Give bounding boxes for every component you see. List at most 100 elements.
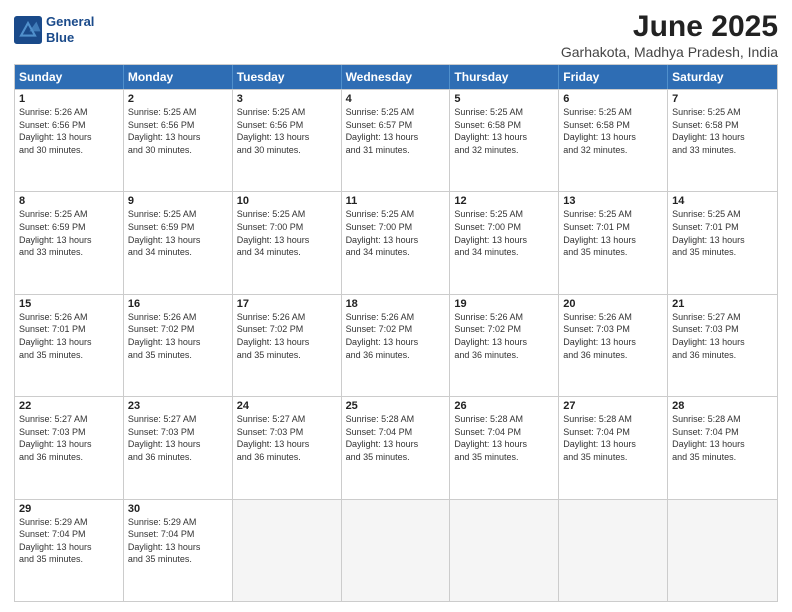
day-info: Sunrise: 5:25 AM Sunset: 6:58 PM Dayligh… [672,106,773,156]
calendar-week-4: 22Sunrise: 5:27 AM Sunset: 7:03 PM Dayli… [15,396,777,498]
calendar-cell: 19Sunrise: 5:26 AM Sunset: 7:02 PM Dayli… [450,295,559,396]
day-info: Sunrise: 5:27 AM Sunset: 7:03 PM Dayligh… [237,413,337,463]
subtitle: Garhakota, Madhya Pradesh, India [561,44,778,60]
day-number: 16 [128,298,228,310]
header-tuesday: Tuesday [233,65,342,89]
calendar-cell [450,500,559,601]
calendar-cell: 6Sunrise: 5:25 AM Sunset: 6:58 PM Daylig… [559,90,668,191]
day-info: Sunrise: 5:25 AM Sunset: 6:58 PM Dayligh… [454,106,554,156]
calendar-cell: 20Sunrise: 5:26 AM Sunset: 7:03 PM Dayli… [559,295,668,396]
day-info: Sunrise: 5:25 AM Sunset: 7:01 PM Dayligh… [563,208,663,258]
day-number: 11 [346,195,446,207]
calendar-body: 1Sunrise: 5:26 AM Sunset: 6:56 PM Daylig… [15,89,777,601]
header-friday: Friday [559,65,668,89]
calendar-cell: 27Sunrise: 5:28 AM Sunset: 7:04 PM Dayli… [559,397,668,498]
day-info: Sunrise: 5:28 AM Sunset: 7:04 PM Dayligh… [346,413,446,463]
day-info: Sunrise: 5:25 AM Sunset: 6:57 PM Dayligh… [346,106,446,156]
day-number: 22 [19,400,119,412]
day-number: 26 [454,400,554,412]
calendar-header: Sunday Monday Tuesday Wednesday Thursday… [15,65,777,89]
header-monday: Monday [124,65,233,89]
day-number: 5 [454,93,554,105]
day-info: Sunrise: 5:25 AM Sunset: 7:01 PM Dayligh… [672,208,773,258]
day-info: Sunrise: 5:28 AM Sunset: 7:04 PM Dayligh… [672,413,773,463]
calendar-week-5: 29Sunrise: 5:29 AM Sunset: 7:04 PM Dayli… [15,499,777,601]
calendar-cell: 10Sunrise: 5:25 AM Sunset: 7:00 PM Dayli… [233,192,342,293]
day-number: 14 [672,195,773,207]
calendar-cell: 7Sunrise: 5:25 AM Sunset: 6:58 PM Daylig… [668,90,777,191]
day-info: Sunrise: 5:27 AM Sunset: 7:03 PM Dayligh… [19,413,119,463]
title-block: June 2025 Garhakota, Madhya Pradesh, Ind… [561,10,778,60]
day-number: 6 [563,93,663,105]
day-number: 27 [563,400,663,412]
calendar-cell: 1Sunrise: 5:26 AM Sunset: 6:56 PM Daylig… [15,90,124,191]
calendar-cell: 24Sunrise: 5:27 AM Sunset: 7:03 PM Dayli… [233,397,342,498]
calendar-cell: 8Sunrise: 5:25 AM Sunset: 6:59 PM Daylig… [15,192,124,293]
day-info: Sunrise: 5:26 AM Sunset: 6:56 PM Dayligh… [19,106,119,156]
calendar-cell: 25Sunrise: 5:28 AM Sunset: 7:04 PM Dayli… [342,397,451,498]
day-number: 15 [19,298,119,310]
calendar-cell [668,500,777,601]
day-info: Sunrise: 5:26 AM Sunset: 7:02 PM Dayligh… [346,311,446,361]
calendar-cell: 21Sunrise: 5:27 AM Sunset: 7:03 PM Dayli… [668,295,777,396]
calendar-cell [233,500,342,601]
calendar: Sunday Monday Tuesday Wednesday Thursday… [14,64,778,602]
day-number: 25 [346,400,446,412]
logo-icon [14,16,42,44]
calendar-cell: 16Sunrise: 5:26 AM Sunset: 7:02 PM Dayli… [124,295,233,396]
calendar-week-3: 15Sunrise: 5:26 AM Sunset: 7:01 PM Dayli… [15,294,777,396]
calendar-cell: 13Sunrise: 5:25 AM Sunset: 7:01 PM Dayli… [559,192,668,293]
day-number: 29 [19,503,119,515]
day-number: 13 [563,195,663,207]
day-info: Sunrise: 5:28 AM Sunset: 7:04 PM Dayligh… [563,413,663,463]
day-info: Sunrise: 5:29 AM Sunset: 7:04 PM Dayligh… [128,516,228,566]
header-saturday: Saturday [668,65,777,89]
header-wednesday: Wednesday [342,65,451,89]
calendar-cell: 4Sunrise: 5:25 AM Sunset: 6:57 PM Daylig… [342,90,451,191]
calendar-cell: 2Sunrise: 5:25 AM Sunset: 6:56 PM Daylig… [124,90,233,191]
calendar-cell: 23Sunrise: 5:27 AM Sunset: 7:03 PM Dayli… [124,397,233,498]
day-number: 3 [237,93,337,105]
day-number: 30 [128,503,228,515]
day-info: Sunrise: 5:25 AM Sunset: 6:56 PM Dayligh… [128,106,228,156]
calendar-cell: 29Sunrise: 5:29 AM Sunset: 7:04 PM Dayli… [15,500,124,601]
logo: General Blue [14,14,94,45]
day-info: Sunrise: 5:26 AM Sunset: 7:01 PM Dayligh… [19,311,119,361]
calendar-cell: 3Sunrise: 5:25 AM Sunset: 6:56 PM Daylig… [233,90,342,191]
day-number: 12 [454,195,554,207]
calendar-cell [342,500,451,601]
day-info: Sunrise: 5:25 AM Sunset: 6:59 PM Dayligh… [128,208,228,258]
day-number: 17 [237,298,337,310]
day-number: 7 [672,93,773,105]
day-info: Sunrise: 5:27 AM Sunset: 7:03 PM Dayligh… [128,413,228,463]
calendar-cell: 18Sunrise: 5:26 AM Sunset: 7:02 PM Dayli… [342,295,451,396]
calendar-week-1: 1Sunrise: 5:26 AM Sunset: 6:56 PM Daylig… [15,89,777,191]
day-number: 18 [346,298,446,310]
day-info: Sunrise: 5:26 AM Sunset: 7:02 PM Dayligh… [128,311,228,361]
calendar-cell: 22Sunrise: 5:27 AM Sunset: 7:03 PM Dayli… [15,397,124,498]
header-thursday: Thursday [450,65,559,89]
day-info: Sunrise: 5:25 AM Sunset: 6:58 PM Dayligh… [563,106,663,156]
calendar-cell: 11Sunrise: 5:25 AM Sunset: 7:00 PM Dayli… [342,192,451,293]
day-number: 21 [672,298,773,310]
day-number: 2 [128,93,228,105]
calendar-cell: 30Sunrise: 5:29 AM Sunset: 7:04 PM Dayli… [124,500,233,601]
calendar-cell: 5Sunrise: 5:25 AM Sunset: 6:58 PM Daylig… [450,90,559,191]
calendar-cell: 15Sunrise: 5:26 AM Sunset: 7:01 PM Dayli… [15,295,124,396]
day-number: 1 [19,93,119,105]
page: General Blue June 2025 Garhakota, Madhya… [0,0,792,612]
calendar-cell: 28Sunrise: 5:28 AM Sunset: 7:04 PM Dayli… [668,397,777,498]
calendar-cell [559,500,668,601]
day-info: Sunrise: 5:27 AM Sunset: 7:03 PM Dayligh… [672,311,773,361]
day-number: 8 [19,195,119,207]
day-info: Sunrise: 5:25 AM Sunset: 6:59 PM Dayligh… [19,208,119,258]
calendar-cell: 12Sunrise: 5:25 AM Sunset: 7:00 PM Dayli… [450,192,559,293]
day-number: 23 [128,400,228,412]
calendar-cell: 14Sunrise: 5:25 AM Sunset: 7:01 PM Dayli… [668,192,777,293]
day-info: Sunrise: 5:29 AM Sunset: 7:04 PM Dayligh… [19,516,119,566]
day-number: 10 [237,195,337,207]
calendar-week-2: 8Sunrise: 5:25 AM Sunset: 6:59 PM Daylig… [15,191,777,293]
day-info: Sunrise: 5:26 AM Sunset: 7:02 PM Dayligh… [454,311,554,361]
day-info: Sunrise: 5:26 AM Sunset: 7:03 PM Dayligh… [563,311,663,361]
day-number: 9 [128,195,228,207]
